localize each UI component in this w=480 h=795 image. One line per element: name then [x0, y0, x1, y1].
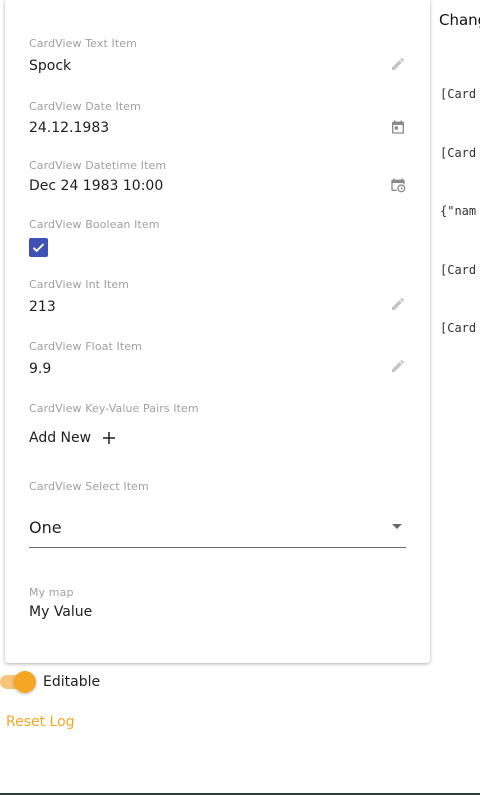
text-item-value: Spock [29, 58, 72, 74]
toggle-thumb [14, 671, 36, 693]
map-item-caption: My map [29, 586, 74, 599]
date-item: CardView Date Item 24.12.1983 [29, 100, 406, 137]
log-line: [Card [440, 87, 477, 101]
text-item: CardView Text Item Spock [29, 37, 406, 75]
pencil-icon[interactable] [390, 296, 406, 312]
int-item-caption: CardView Int Item [29, 278, 130, 291]
change-log: [Card [Card {"nam [Card [Card [440, 46, 476, 358]
log-line: [Card [440, 321, 477, 335]
editable-toggle[interactable]: Editable [0, 671, 101, 693]
add-new-label: Add New [29, 430, 92, 446]
pencil-icon[interactable] [390, 358, 406, 374]
log-line: [Card [440, 262, 477, 277]
plus-icon[interactable] [101, 430, 117, 446]
log-line: [Card [440, 145, 477, 160]
map-item-value: My Value [29, 604, 93, 620]
calendar-icon[interactable] [390, 119, 406, 135]
float-item-caption: CardView Float Item [29, 340, 142, 353]
key-value-caption: CardView Key-Value Pairs Item [29, 402, 199, 415]
datetime-item-caption: CardView Datetime Item [29, 159, 167, 172]
select-item: CardView Select Item One [29, 480, 406, 548]
editable-label: Editable [43, 674, 101, 690]
text-item-caption: CardView Text Item [29, 37, 137, 50]
date-item-value: 24.12.1983 [29, 120, 110, 136]
reset-log-button[interactable]: Reset Log [6, 714, 75, 730]
toggle-track [0, 671, 36, 693]
chevron-down-icon [392, 524, 402, 529]
date-item-caption: CardView Date Item [29, 100, 141, 113]
select-item-caption: CardView Select Item [29, 480, 149, 493]
float-item: CardView Float Item 9.9 [29, 340, 406, 378]
select-value: One [29, 518, 62, 537]
datetime-item: CardView Datetime Item Dec 24 1983 10:00 [29, 159, 406, 195]
pencil-icon[interactable] [390, 56, 406, 72]
int-item-value: 213 [29, 299, 56, 315]
check-icon [32, 243, 45, 253]
calendar-clock-icon[interactable] [390, 177, 406, 193]
changes-title: Chang [439, 11, 480, 29]
add-new-button[interactable]: Add New [29, 430, 406, 446]
boolean-item: CardView Boolean Item [29, 218, 406, 257]
log-line: {"nam [440, 204, 477, 218]
select-dropdown[interactable]: One [29, 508, 406, 548]
map-item: My map My Value [29, 586, 406, 621]
key-value-item: CardView Key-Value Pairs Item Add New [29, 402, 406, 446]
int-item: CardView Int Item 213 [29, 278, 406, 316]
boolean-item-caption: CardView Boolean Item [29, 218, 160, 231]
card-view: CardView Text Item Spock CardView Date I… [5, 0, 430, 663]
float-item-value: 9.9 [29, 361, 52, 377]
datetime-item-value: Dec 24 1983 10:00 [29, 178, 164, 194]
boolean-checkbox[interactable] [29, 238, 48, 257]
